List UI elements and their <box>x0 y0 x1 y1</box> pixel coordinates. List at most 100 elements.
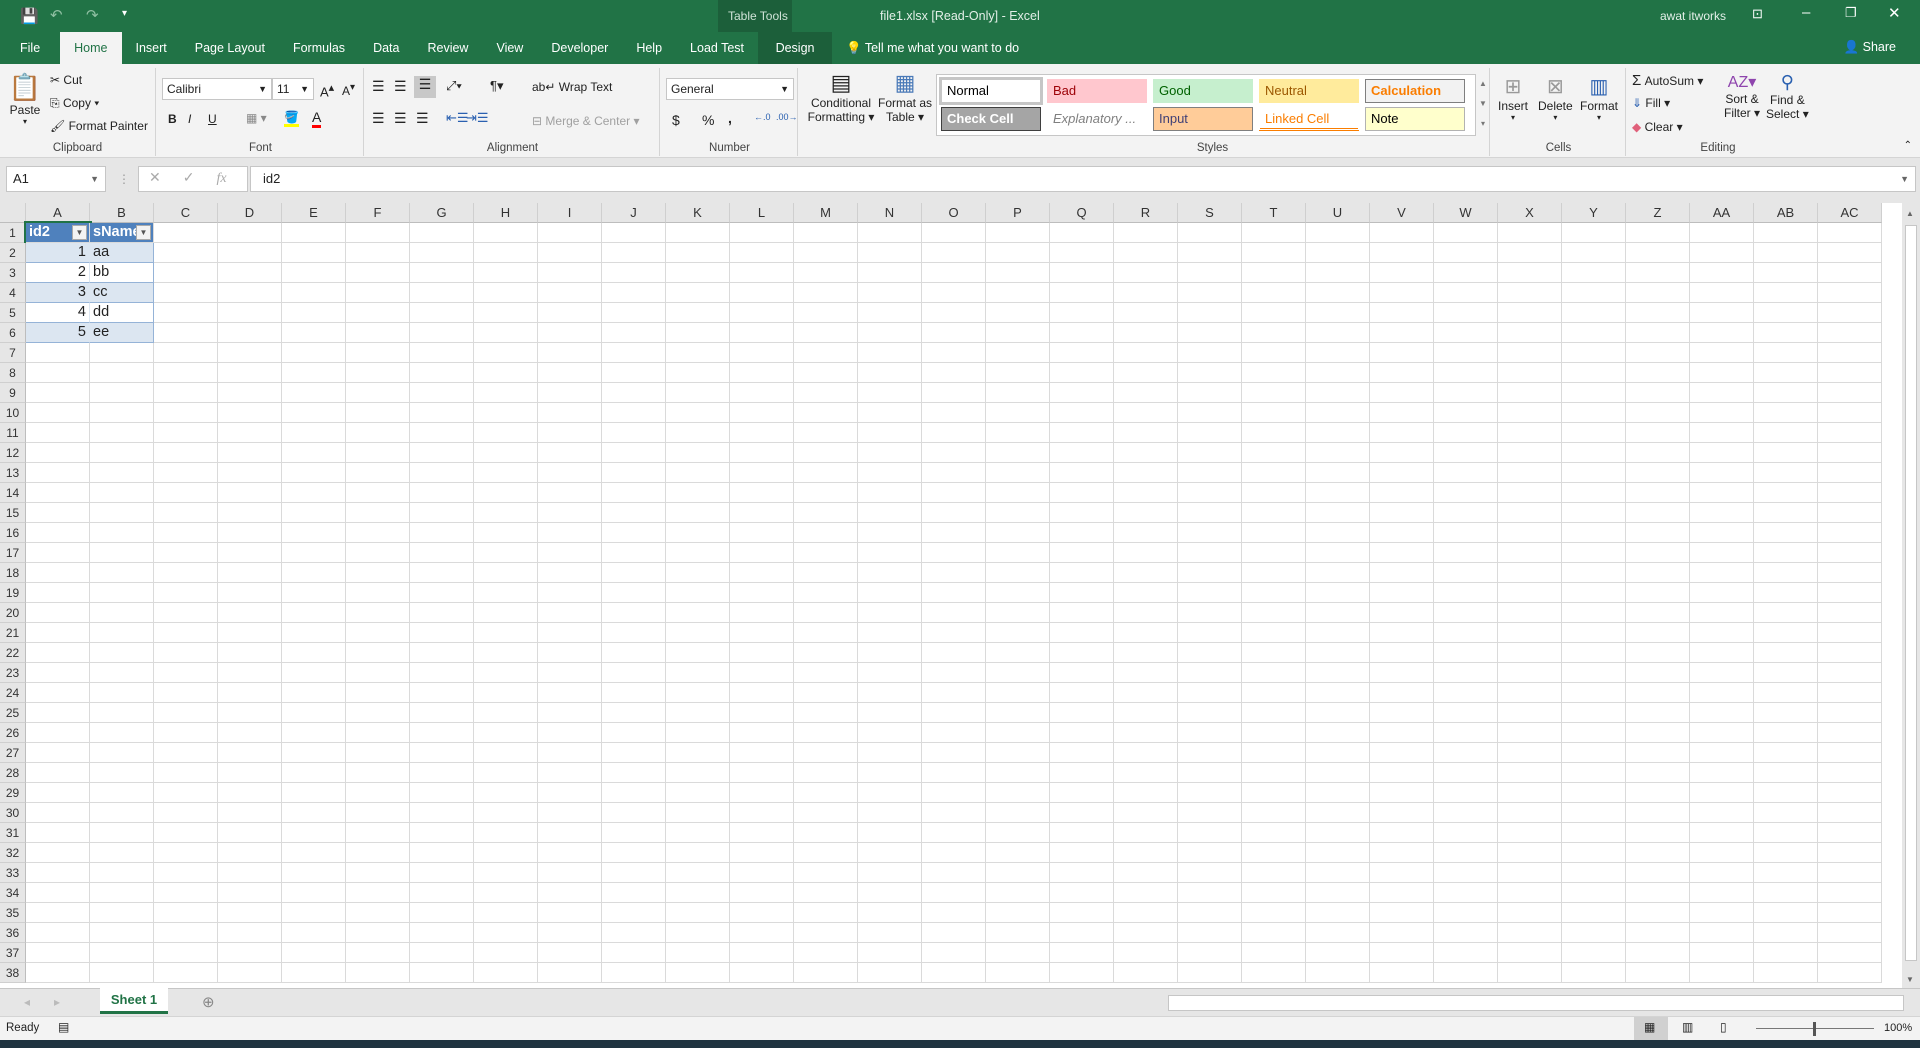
cell-Y15[interactable] <box>1562 503 1626 523</box>
cell-N20[interactable] <box>858 603 922 623</box>
cell-E27[interactable] <box>282 743 346 763</box>
cell-Y11[interactable] <box>1562 423 1626 443</box>
cell-AA36[interactable] <box>1690 923 1754 943</box>
tab-insert[interactable]: Insert <box>122 32 181 64</box>
tab-formulas[interactable]: Formulas <box>279 32 359 64</box>
cell-B31[interactable] <box>90 823 154 843</box>
conditional-formatting-button[interactable]: ▤ Conditional Formatting ▾ <box>806 70 876 124</box>
style-linked-cell[interactable]: Linked Cell <box>1259 107 1359 131</box>
cell-K9[interactable] <box>666 383 730 403</box>
cell-H4[interactable] <box>474 283 538 303</box>
page-break-view-icon[interactable]: ▯ <box>1720 1020 1727 1034</box>
cell-M35[interactable] <box>794 903 858 923</box>
cell-C31[interactable] <box>154 823 218 843</box>
align-bottom-icon[interactable]: ☰ <box>414 76 436 98</box>
cell-N6[interactable] <box>858 323 922 343</box>
cell-M8[interactable] <box>794 363 858 383</box>
column-header-U[interactable]: U <box>1306 203 1370 223</box>
cell-Y23[interactable] <box>1562 663 1626 683</box>
cell-K15[interactable] <box>666 503 730 523</box>
cell-Z30[interactable] <box>1626 803 1690 823</box>
cell-AA19[interactable] <box>1690 583 1754 603</box>
cell-O35[interactable] <box>922 903 986 923</box>
column-header-AC[interactable]: AC <box>1818 203 1882 223</box>
cell-P10[interactable] <box>986 403 1050 423</box>
cell-A30[interactable] <box>26 803 90 823</box>
cell-K18[interactable] <box>666 563 730 583</box>
cell-E34[interactable] <box>282 883 346 903</box>
cell-H3[interactable] <box>474 263 538 283</box>
cell-S25[interactable] <box>1178 703 1242 723</box>
cell-G24[interactable] <box>410 683 474 703</box>
cell-I24[interactable] <box>538 683 602 703</box>
cell-T16[interactable] <box>1242 523 1306 543</box>
cell-X17[interactable] <box>1498 543 1562 563</box>
cell-L2[interactable] <box>730 243 794 263</box>
cell-T5[interactable] <box>1242 303 1306 323</box>
cell-Y30[interactable] <box>1562 803 1626 823</box>
cell-C21[interactable] <box>154 623 218 643</box>
cell-V23[interactable] <box>1370 663 1434 683</box>
cell-D11[interactable] <box>218 423 282 443</box>
cell-D15[interactable] <box>218 503 282 523</box>
row-header-3[interactable]: 3 <box>0 263 26 283</box>
sheet-tab-sheet1[interactable]: Sheet 1 <box>100 988 168 1014</box>
cell-E33[interactable] <box>282 863 346 883</box>
row-header-37[interactable]: 37 <box>0 943 26 963</box>
cell-W9[interactable] <box>1434 383 1498 403</box>
cell-AB4[interactable] <box>1754 283 1818 303</box>
cell-C12[interactable] <box>154 443 218 463</box>
select-all-corner[interactable] <box>0 203 26 223</box>
cell-V32[interactable] <box>1370 843 1434 863</box>
cell-AB8[interactable] <box>1754 363 1818 383</box>
cell-F9[interactable] <box>346 383 410 403</box>
cell-AA18[interactable] <box>1690 563 1754 583</box>
cell-Z17[interactable] <box>1626 543 1690 563</box>
cell-C10[interactable] <box>154 403 218 423</box>
cell-G8[interactable] <box>410 363 474 383</box>
cell-D37[interactable] <box>218 943 282 963</box>
cell-T21[interactable] <box>1242 623 1306 643</box>
cell-R24[interactable] <box>1114 683 1178 703</box>
cell-W26[interactable] <box>1434 723 1498 743</box>
tab-home[interactable]: Home <box>60 32 122 64</box>
cell-AC13[interactable] <box>1818 463 1882 483</box>
cell-X25[interactable] <box>1498 703 1562 723</box>
cell-Z10[interactable] <box>1626 403 1690 423</box>
cell-Y28[interactable] <box>1562 763 1626 783</box>
column-header-R[interactable]: R <box>1114 203 1178 223</box>
ribbon-display-icon[interactable]: ⊡ <box>1752 6 1763 22</box>
horizontal-scrollbar[interactable] <box>1168 995 1904 1011</box>
cell-O27[interactable] <box>922 743 986 763</box>
cell-J33[interactable] <box>602 863 666 883</box>
cell-S38[interactable] <box>1178 963 1242 983</box>
cell-Y33[interactable] <box>1562 863 1626 883</box>
cell-S13[interactable] <box>1178 463 1242 483</box>
cell-R10[interactable] <box>1114 403 1178 423</box>
page-layout-view-icon[interactable]: ▥ <box>1682 1020 1693 1034</box>
cell-Q14[interactable] <box>1050 483 1114 503</box>
cell-K12[interactable] <box>666 443 730 463</box>
cell-R23[interactable] <box>1114 663 1178 683</box>
cell-W12[interactable] <box>1434 443 1498 463</box>
cell-I3[interactable] <box>538 263 602 283</box>
cell-H13[interactable] <box>474 463 538 483</box>
cell-C19[interactable] <box>154 583 218 603</box>
cell-Q11[interactable] <box>1050 423 1114 443</box>
cell-G3[interactable] <box>410 263 474 283</box>
cell-M27[interactable] <box>794 743 858 763</box>
row-header-15[interactable]: 15 <box>0 503 26 523</box>
cell-F20[interactable] <box>346 603 410 623</box>
cell-F35[interactable] <box>346 903 410 923</box>
cell-AC20[interactable] <box>1818 603 1882 623</box>
cell-W8[interactable] <box>1434 363 1498 383</box>
cell-U1[interactable] <box>1306 223 1370 243</box>
cell-G6[interactable] <box>410 323 474 343</box>
cell-D9[interactable] <box>218 383 282 403</box>
cell-M32[interactable] <box>794 843 858 863</box>
cell-A27[interactable] <box>26 743 90 763</box>
cell-B27[interactable] <box>90 743 154 763</box>
cell-AA38[interactable] <box>1690 963 1754 983</box>
cell-B15[interactable] <box>90 503 154 523</box>
tab-data[interactable]: Data <box>359 32 413 64</box>
